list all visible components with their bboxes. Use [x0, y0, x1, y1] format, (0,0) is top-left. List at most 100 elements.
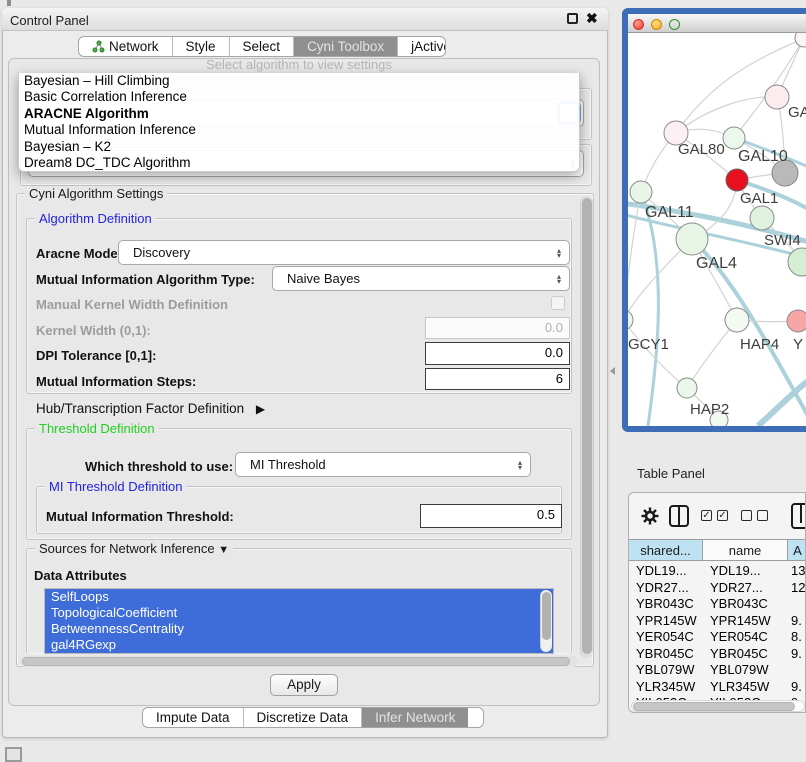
- tab-select[interactable]: Select: [229, 37, 294, 56]
- table-row[interactable]: YPR145W YPR145W 9.: [629, 613, 806, 630]
- node-label: HAP4: [740, 336, 779, 353]
- tab-style[interactable]: Style: [172, 37, 229, 56]
- columns-icon[interactable]: [669, 505, 689, 527]
- node-salmon[interactable]: [787, 310, 806, 332]
- tab-infer-network[interactable]: Infer Network: [361, 708, 468, 727]
- settings-vertical-scrollbar[interactable]: [580, 196, 593, 658]
- scrollbar-thumb[interactable]: [22, 657, 570, 666]
- tab-cyni-toolbox[interactable]: Cyni Toolbox: [293, 37, 397, 56]
- node-gal11[interactable]: [630, 181, 652, 203]
- kernel-width-input[interactable]: 0.0: [425, 317, 570, 339]
- node[interactable]: [795, 33, 806, 47]
- mi-steps-input[interactable]: 6: [425, 368, 570, 390]
- select-all-checkbox-icon[interactable]: ✓: [701, 510, 712, 521]
- scrollbar-thumb[interactable]: [633, 702, 795, 711]
- deselect-all-checkbox-icon[interactable]: [757, 510, 768, 521]
- node-label: GAL1: [740, 190, 778, 207]
- hub-definition-toggle[interactable]: Hub/Transcription Factor Definition ▶: [36, 401, 265, 416]
- table-row[interactable]: YLR345W YLR345W 9.: [629, 679, 806, 696]
- tab-network[interactable]: Network: [79, 37, 172, 56]
- cell: YLR345W: [703, 679, 788, 696]
- table-row[interactable]: YBR043C YBR043C: [629, 596, 806, 613]
- mi-threshold-input[interactable]: 0.5: [420, 504, 562, 528]
- column-header-shared-name[interactable]: shared...: [629, 540, 703, 560]
- cell: YER054C: [703, 629, 788, 646]
- manual-kernel-checkbox[interactable]: [551, 296, 565, 310]
- tab-jactivemnodules[interactable]: jActiveMNodules: [397, 37, 446, 56]
- combo-arrows-icon: ▴▾: [557, 274, 561, 284]
- sources-group-title[interactable]: Sources for Network Inference ▼: [35, 541, 233, 556]
- column-header-name[interactable]: name: [703, 540, 788, 560]
- combo-arrows-icon: ▴▾: [557, 248, 561, 258]
- node-hap4[interactable]: [725, 308, 749, 332]
- node-gcy1[interactable]: [628, 310, 633, 330]
- control-panel-titlebar[interactable]: [2, 8, 608, 31]
- which-threshold-value: MI Threshold: [244, 457, 326, 472]
- node-label: GCY1: [628, 336, 669, 353]
- table-horizontal-scrollbar[interactable]: [631, 700, 805, 712]
- aracne-mode-label: Aracne Mode:: [36, 246, 122, 261]
- node-hap2[interactable]: [677, 378, 697, 398]
- apply-button[interactable]: Apply: [270, 674, 338, 696]
- list-item[interactable]: gal4RGexp: [45, 637, 553, 653]
- tab-discretize-data[interactable]: Discretize Data: [243, 708, 362, 727]
- node-red-selected[interactable]: [726, 169, 748, 191]
- minimized-panel-icon[interactable]: [5, 747, 22, 762]
- column-header-partial[interactable]: A: [788, 540, 806, 560]
- dpi-tolerance-label: DPI Tolerance [0,1]:: [36, 348, 156, 363]
- node-label: GAL7: [788, 104, 806, 121]
- node-label: HAP2: [690, 401, 729, 418]
- list-item[interactable]: SelfLoops: [45, 589, 553, 605]
- aracne-mode-value: Discovery: [127, 245, 190, 260]
- which-threshold-combobox[interactable]: MI Threshold ▴▾: [235, 452, 531, 477]
- table-row[interactable]: YDR27... YDR27... 12: [629, 580, 806, 597]
- close-traffic-light[interactable]: [633, 19, 644, 30]
- network-canvas[interactable]: GAL7 GAL80 GAL10 GAL1 GAL11 SWI4 GAL4 GC…: [628, 33, 806, 426]
- split-divider-arrow-icon[interactable]: [610, 367, 615, 375]
- gear-icon[interactable]: [641, 507, 659, 525]
- restore-icon[interactable]: [567, 13, 578, 24]
- tab-discretize-data-label: Discretize Data: [257, 710, 349, 725]
- tab-network-label: Network: [109, 39, 159, 54]
- tab-infer-network-label: Infer Network: [375, 710, 455, 725]
- node-gal4[interactable]: [676, 223, 708, 255]
- algorithm-option-selected[interactable]: ARACNE Algorithm: [19, 106, 579, 122]
- chevron-down-icon: ▼: [218, 544, 229, 556]
- scrollbar-thumb[interactable]: [542, 592, 551, 640]
- table-row[interactable]: YER054C YER054C 8.: [629, 629, 806, 646]
- scrollbar-thumb[interactable]: [582, 198, 592, 654]
- list-item[interactable]: BetweennessCentrality: [45, 621, 553, 637]
- attributes-list-scrollbar[interactable]: [540, 590, 552, 652]
- node-gal10[interactable]: [723, 127, 745, 149]
- tab-impute-data[interactable]: Impute Data: [143, 708, 243, 727]
- node-gal1[interactable]: [750, 206, 774, 230]
- cell: YDL19...: [703, 563, 788, 580]
- algorithm-option[interactable]: Dream8 DC_TDC Algorithm: [19, 155, 579, 171]
- table-row[interactable]: YBL079W YBL079W: [629, 662, 806, 679]
- network-icon: [92, 40, 105, 53]
- aracne-mode-combobox[interactable]: Discovery ▴▾: [118, 240, 570, 265]
- zoom-traffic-light[interactable]: [669, 19, 680, 30]
- close-icon[interactable]: ✖: [586, 10, 598, 27]
- table-row[interactable]: YBR045C YBR045C 9.: [629, 646, 806, 663]
- algorithm-option[interactable]: Basic Correlation Inference: [19, 89, 579, 105]
- cell: 9.: [788, 646, 806, 663]
- algorithm-option[interactable]: Bayesian – K2: [19, 139, 579, 155]
- cell: YDR27...: [703, 580, 788, 597]
- deselect-all-checkbox-icon[interactable]: [741, 510, 752, 521]
- algorithm-option[interactable]: Mutual Information Inference: [19, 122, 579, 138]
- dpi-tolerance-input[interactable]: 0.0: [425, 342, 570, 365]
- list-item[interactable]: TopologicalCoefficient: [45, 605, 553, 621]
- cell: [788, 596, 806, 613]
- partial-toolbar-icon[interactable]: [791, 503, 806, 529]
- minimize-traffic-light[interactable]: [651, 19, 662, 30]
- algorithm-option[interactable]: Bayesian – Hill Climbing: [19, 73, 579, 89]
- table-row[interactable]: YDL19... YDL19... 13: [629, 563, 806, 580]
- settings-horizontal-scrollbar[interactable]: [20, 656, 578, 667]
- select-all-checkbox-icon[interactable]: ✓: [717, 510, 728, 521]
- node[interactable]: [765, 85, 789, 109]
- cell: YBR043C: [703, 596, 788, 613]
- cell: 9.: [788, 679, 806, 696]
- mi-type-combobox[interactable]: Naive Bayes ▴▾: [272, 266, 570, 291]
- mi-threshold-group-title: MI Threshold Definition: [45, 479, 186, 494]
